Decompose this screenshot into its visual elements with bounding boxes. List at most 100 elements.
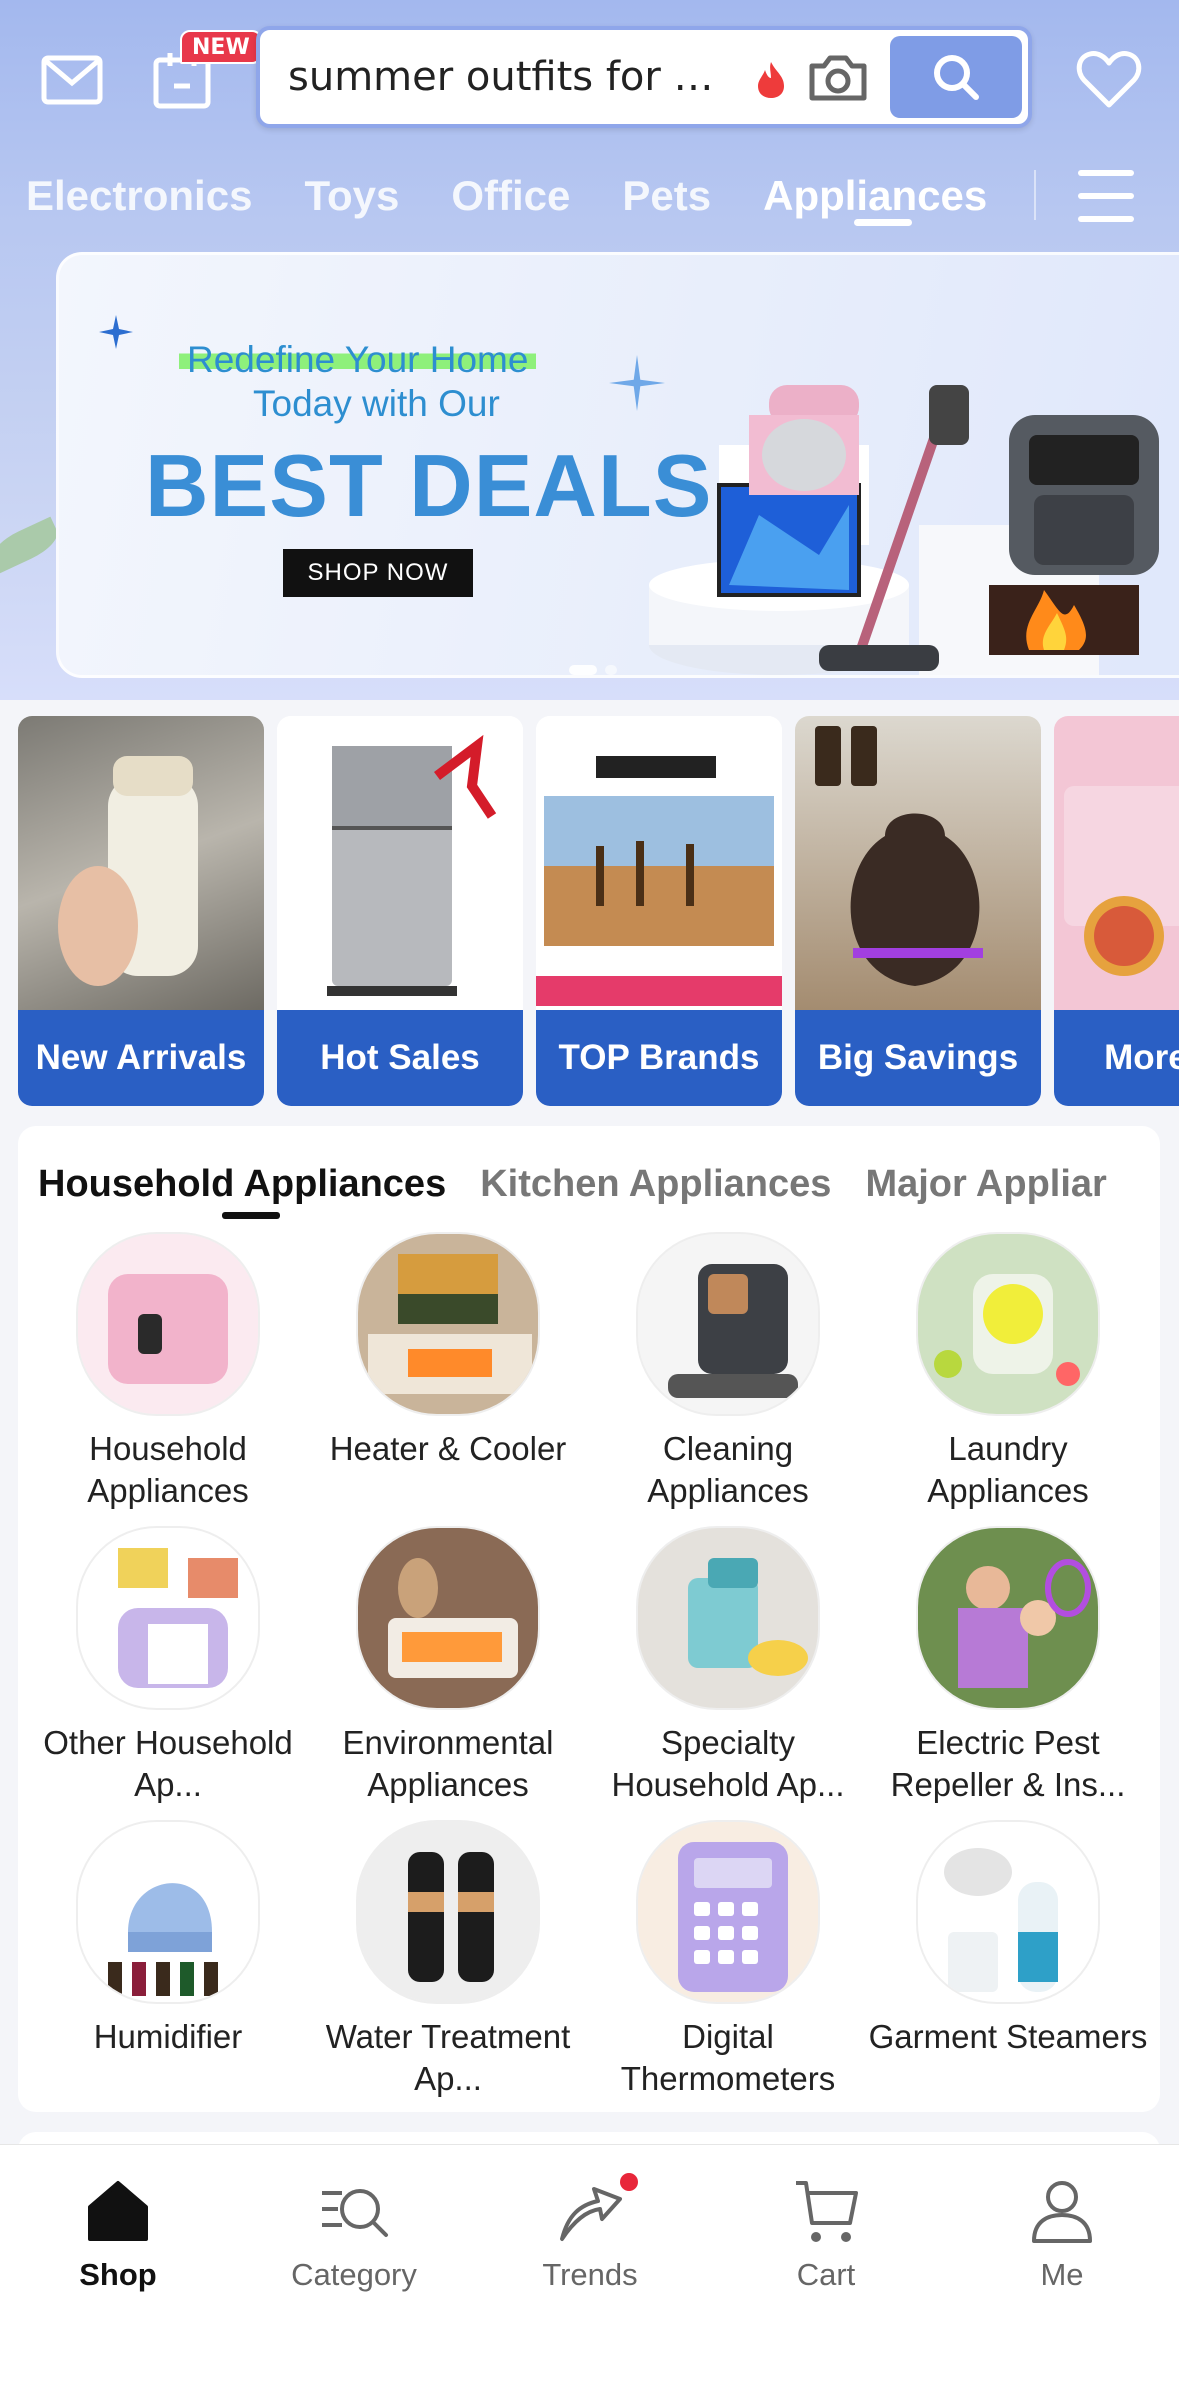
active-subtab-indicator — [222, 1212, 280, 1219]
active-tab-indicator — [854, 219, 912, 226]
promo-new-arrivals[interactable]: New Arrivals — [18, 716, 264, 1106]
trends-icon — [554, 2175, 626, 2247]
category-image — [356, 1232, 540, 1416]
category-item[interactable]: Cleaning Appliances — [588, 1232, 868, 1522]
category-name: Digital Thermometers — [620, 2018, 836, 2097]
category-image — [636, 1526, 820, 1710]
category-name: Household Appliances — [87, 1430, 249, 1509]
shop-now-button[interactable]: SHOP NOW — [283, 549, 473, 597]
promo-label: TOP Brands — [536, 1010, 782, 1106]
search-button[interactable] — [890, 36, 1022, 118]
category-name: Humidifier — [93, 2018, 243, 2055]
category-card: Household Appliances Kitchen Appliances … — [18, 1126, 1160, 2112]
category-item[interactable]: Laundry Appliances — [868, 1232, 1148, 1522]
nav-label: Trends — [542, 2257, 638, 2292]
promo-big-savings[interactable]: Big Savings — [795, 716, 1041, 1106]
category-item[interactable]: Specialty Household Ap... — [588, 1526, 868, 1816]
category-name: Heater & Cooler — [329, 1430, 567, 1467]
profile-icon — [1026, 2175, 1098, 2247]
category-item[interactable]: Heater & Cooler — [308, 1232, 588, 1522]
nav-me[interactable]: Me — [944, 2145, 1179, 2325]
subtab-major-appliances[interactable]: Major Appliar — [865, 1163, 1106, 1206]
tab-toys[interactable]: Toys — [304, 172, 399, 220]
promo-banner[interactable]: Redefine Your Home Today with Our BEST D… — [56, 252, 1179, 678]
promo-label: New Arrivals — [18, 1010, 264, 1106]
promo-hot-sales[interactable]: Hot Sales — [277, 716, 523, 1106]
category-item[interactable]: Environmental Appliances — [308, 1526, 588, 1816]
sparkle-icon — [99, 315, 133, 349]
nav-label: Me — [1040, 2257, 1084, 2292]
category-icon — [318, 2175, 390, 2247]
menu-icon[interactable] — [1074, 166, 1138, 226]
promo-label: Hot Sales — [277, 1010, 523, 1106]
promo-image — [277, 716, 523, 1010]
cart-icon — [790, 2175, 862, 2247]
tab-office[interactable]: Office — [451, 172, 570, 220]
banner-line1: Redefine Your Home — [179, 339, 537, 381]
promo-label: More Thi — [1054, 1010, 1179, 1106]
nav-label: Category — [291, 2257, 417, 2292]
category-image — [76, 1232, 260, 1416]
category-image — [636, 1820, 820, 2004]
category-name: Water Treatment Ap... — [325, 2018, 571, 2097]
tab-appliances[interactable]: Appliances — [763, 172, 987, 220]
subcategory-tabs: Household Appliances Kitchen Appliances … — [38, 1154, 1141, 1214]
category-item[interactable]: Humidifier — [28, 1820, 308, 2110]
category-name: Electric Pest Repeller & Ins... — [890, 1724, 1126, 1803]
new-badge: NEW — [180, 30, 262, 64]
bottom-nav: Shop Category Trends Cart Me — [0, 2144, 1179, 2396]
promo-label: Big Savings — [795, 1010, 1041, 1106]
promo-image — [795, 716, 1041, 1010]
category-name: Specialty Household Ap... — [611, 1724, 845, 1803]
category-image — [76, 1526, 260, 1710]
search-icon — [934, 55, 979, 100]
category-image — [76, 1820, 260, 2004]
promo-top-brands[interactable]: TOP Brands — [536, 716, 782, 1106]
category-item[interactable]: Water Treatment Ap... — [308, 1820, 588, 2110]
category-name: Other Household Ap... — [43, 1724, 293, 1803]
tab-electronics[interactable]: Electronics — [26, 172, 252, 220]
category-tabs: Electronics Toys Office Pets Appliances — [26, 166, 1039, 226]
search-bar[interactable]: summer outfits for w... — [256, 26, 1032, 128]
subtab-household-appliances[interactable]: Household Appliances — [38, 1163, 446, 1206]
banner-pagination — [569, 665, 617, 675]
search-input[interactable]: summer outfits for w... — [288, 54, 728, 100]
camera-icon[interactable] — [806, 52, 870, 104]
nav-shop[interactable]: Shop — [0, 2145, 236, 2325]
promo-more-things[interactable]: More Thi — [1054, 716, 1179, 1106]
category-image — [636, 1232, 820, 1416]
category-image — [916, 1526, 1100, 1710]
category-item[interactable]: Garment Steamers — [868, 1820, 1148, 2110]
category-image — [356, 1820, 540, 2004]
category-name: Environmental Appliances — [342, 1724, 554, 1803]
promo-image — [18, 716, 264, 1010]
category-name: Garment Steamers — [868, 2018, 1148, 2055]
top-header: NEW summer outfits for w... — [0, 0, 1179, 150]
nav-trends[interactable]: Trends — [472, 2145, 708, 2325]
category-item[interactable]: Digital Thermometers — [588, 1820, 868, 2110]
category-name: Cleaning Appliances — [647, 1430, 809, 1509]
category-item[interactable]: Electric Pest Repeller & Ins... — [868, 1526, 1148, 1816]
tab-divider — [1034, 170, 1036, 220]
promo-tiles: New Arrivals Hot Sales TOP Brands Big Sa… — [18, 716, 1179, 1106]
category-image — [916, 1820, 1100, 2004]
heart-icon[interactable] — [1066, 36, 1152, 122]
tab-pets[interactable]: Pets — [622, 172, 711, 220]
banner-product-image — [619, 385, 1179, 675]
nav-category[interactable]: Category — [236, 2145, 472, 2325]
promo-image — [1054, 716, 1179, 1010]
fire-icon — [754, 60, 788, 100]
mail-icon[interactable] — [34, 42, 110, 118]
category-name: Laundry Appliances — [927, 1430, 1089, 1509]
promo-image — [536, 716, 782, 1010]
home-icon — [82, 2175, 154, 2247]
notification-dot — [620, 2173, 638, 2191]
nav-label: Cart — [796, 2257, 856, 2292]
nav-cart[interactable]: Cart — [708, 2145, 944, 2325]
banner-line2: Today with Our — [253, 383, 500, 424]
category-image — [356, 1526, 540, 1710]
nav-label: Shop — [79, 2257, 157, 2292]
category-item[interactable]: Other Household Ap... — [28, 1526, 308, 1816]
subtab-kitchen-appliances[interactable]: Kitchen Appliances — [480, 1163, 831, 1206]
category-item[interactable]: Household Appliances — [28, 1232, 308, 1522]
